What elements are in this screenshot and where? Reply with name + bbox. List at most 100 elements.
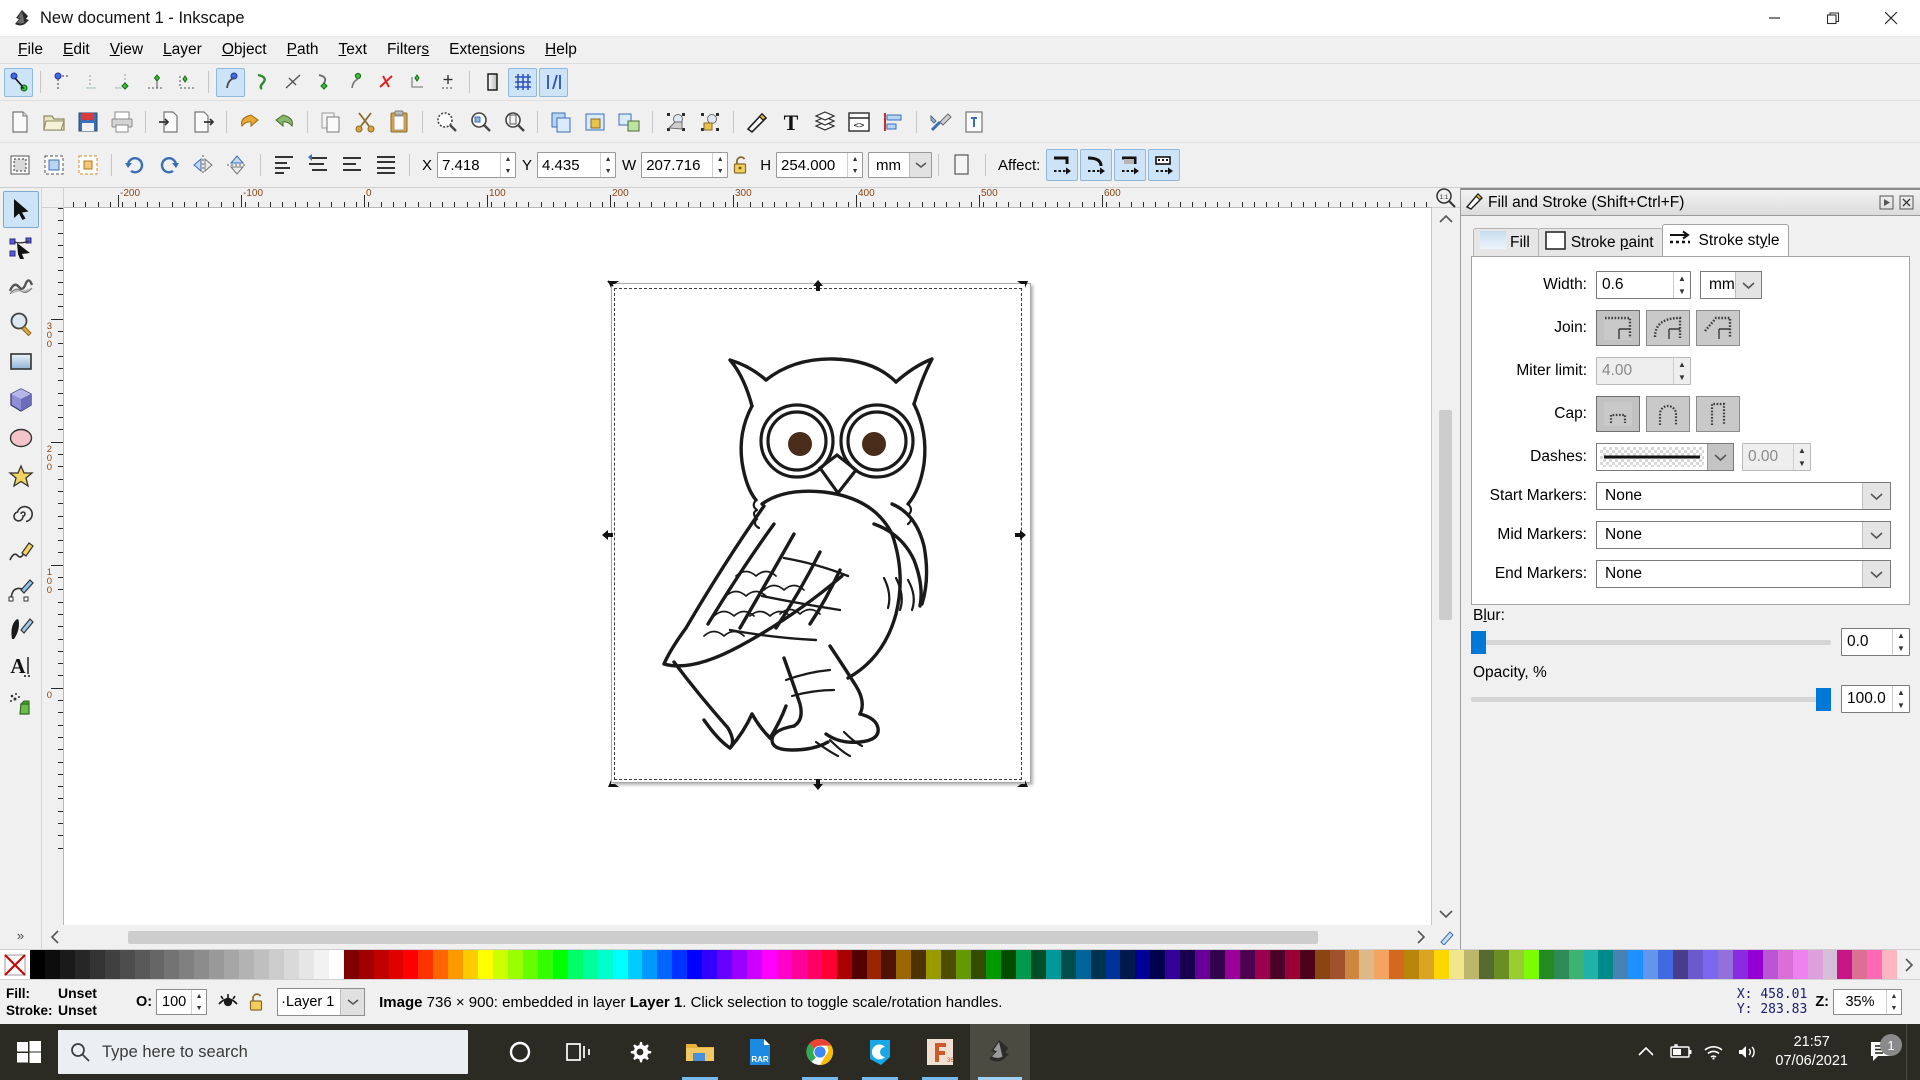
dash-offset-spinner[interactable]: ▲ ▼ — [1793, 444, 1810, 470]
import-button[interactable] — [153, 106, 185, 138]
palette-swatch[interactable] — [433, 950, 449, 979]
palette-swatch[interactable] — [403, 950, 419, 979]
cut-button[interactable] — [349, 106, 381, 138]
fill-stroke-values[interactable]: Unset Unset — [58, 985, 136, 1019]
palette-swatch[interactable] — [672, 950, 688, 979]
blur-slider-track[interactable] — [1471, 630, 1831, 654]
palette-swatch[interactable] — [179, 950, 195, 979]
palette-swatch[interactable] — [269, 950, 284, 979]
text-dialog-button[interactable]: T — [775, 106, 807, 138]
palette-swatch[interactable] — [1195, 950, 1211, 979]
clone-button[interactable] — [660, 106, 692, 138]
palette-swatch[interactable] — [761, 950, 777, 979]
menu-edit[interactable]: Edit — [53, 38, 100, 62]
select-all-button[interactable] — [4, 149, 36, 181]
opacity-field[interactable]: ▲▼ — [1841, 685, 1910, 713]
palette-swatch[interactable] — [89, 950, 105, 979]
cap-butt-button[interactable] — [1596, 396, 1640, 432]
scroll-up-icon[interactable] — [1432, 208, 1460, 230]
palette-swatch[interactable] — [642, 950, 658, 979]
palette-swatch[interactable] — [1045, 950, 1061, 979]
palette-swatch[interactable] — [328, 950, 344, 979]
zoom-selection-button[interactable] — [430, 106, 462, 138]
miter-limit-field[interactable]: ▲▼ — [1596, 357, 1691, 385]
h-field[interactable]: ▲▼ — [776, 152, 864, 178]
opacity-spinner[interactable]: ▲ ▼ — [1892, 686, 1909, 712]
palette-swatch[interactable] — [1822, 950, 1838, 979]
palette-swatch[interactable] — [1239, 950, 1255, 979]
fill-value[interactable]: Unset — [58, 985, 136, 1002]
opacity-status-input[interactable] — [157, 990, 192, 1014]
palette-swatch[interactable] — [1165, 950, 1181, 979]
palette-swatch[interactable] — [508, 950, 523, 979]
palette-swatch[interactable] — [1598, 950, 1614, 979]
vertical-scrollbar[interactable] — [1432, 208, 1460, 925]
snap-line-midpoints-toggle[interactable] — [371, 68, 400, 97]
opacity-status-spinner[interactable]: ▲ ▼ — [191, 990, 207, 1014]
snap-paths-toggle[interactable] — [247, 68, 276, 97]
inkscape-taskbar-button[interactable] — [970, 1024, 1030, 1080]
menu-layer[interactable]: Layer — [153, 38, 212, 62]
minimize-button[interactable] — [1746, 0, 1804, 37]
palette-swatch[interactable] — [164, 950, 180, 979]
tweak-tool[interactable] — [3, 267, 39, 304]
snap-enable-toggle[interactable] — [4, 67, 33, 97]
x-input[interactable] — [438, 153, 501, 177]
palette-swatch[interactable] — [567, 950, 583, 979]
palette-swatch[interactable] — [418, 950, 434, 979]
vertical-ruler[interactable]: 300 200 100 0 — [42, 208, 64, 925]
palette-swatch[interactable] — [1777, 950, 1793, 979]
selection-mode-button[interactable] — [946, 149, 978, 181]
lower-to-bottom-button[interactable] — [370, 149, 402, 181]
drawing-canvas[interactable] — [64, 208, 1432, 925]
palette-swatch[interactable] — [59, 950, 75, 979]
snap-grids-toggle[interactable] — [508, 67, 537, 97]
group-button[interactable] — [579, 106, 611, 138]
print-document-button[interactable] — [106, 106, 138, 138]
y-spinner[interactable]: ▲ ▼ — [600, 153, 616, 177]
align-dialog-button[interactable] — [877, 106, 909, 138]
star-tool[interactable] — [3, 457, 39, 494]
palette-swatch[interactable] — [1419, 950, 1435, 979]
spiral-tool[interactable] — [3, 495, 39, 532]
menu-text[interactable]: Text — [329, 38, 377, 62]
zoom-1-to-1-icon[interactable]: 1:1 — [1432, 187, 1460, 208]
palette-swatch[interactable] — [657, 950, 673, 979]
palette-swatch[interactable] — [1688, 950, 1703, 979]
opacity-input[interactable] — [1842, 686, 1892, 712]
winrar-taskbar-button[interactable]: RAR — [730, 1024, 790, 1080]
horizontal-scroll-track[interactable] — [68, 925, 1408, 949]
palette-swatch[interactable] — [522, 950, 538, 979]
opacity-status-field[interactable]: ▲▼ — [156, 989, 208, 1015]
join-miter-button[interactable] — [1596, 310, 1640, 346]
snap-nodes-paths-toggle[interactable] — [216, 67, 245, 97]
end-markers-select[interactable]: None — [1596, 560, 1891, 588]
join-round-button[interactable] — [1646, 310, 1690, 346]
mid-markers-select[interactable]: None — [1596, 521, 1891, 549]
palette-swatch[interactable] — [1628, 950, 1644, 979]
cortana-button[interactable] — [490, 1024, 550, 1080]
palette-swatch[interactable] — [552, 950, 568, 979]
palette-swatch[interactable] — [941, 950, 957, 979]
palette-swatch[interactable] — [1792, 950, 1808, 979]
palette-swatch[interactable] — [134, 950, 150, 979]
palette-swatch[interactable] — [1105, 950, 1121, 979]
horizontal-ruler[interactable]: -200 -100 0 100 200 300 400 500 600 — [64, 188, 1432, 208]
palette-swatch[interactable] — [956, 950, 972, 979]
palette-swatch[interactable] — [283, 950, 299, 979]
zoom-spinner[interactable]: ▲ ▼ — [1886, 990, 1901, 1014]
palette-swatch[interactable] — [1732, 950, 1748, 979]
snap-page-border-toggle[interactable] — [477, 68, 506, 97]
layer-select[interactable]: · Layer 1 — [277, 988, 366, 1016]
palette-swatch[interactable] — [776, 950, 792, 979]
palette-swatch[interactable] — [1434, 950, 1450, 979]
palette-swatch[interactable] — [1389, 950, 1405, 979]
ellipse-tool[interactable] — [3, 419, 39, 456]
taskbar-clock[interactable]: 21:57 07/06/2021 — [1765, 1033, 1858, 1071]
opacity-slider-thumb[interactable] — [1816, 687, 1831, 711]
tool-overflow-button[interactable]: » — [17, 928, 24, 949]
new-document-button[interactable] — [4, 106, 36, 138]
h-input[interactable] — [777, 153, 848, 177]
palette-swatch[interactable] — [836, 950, 852, 979]
start-markers-select[interactable]: None — [1596, 482, 1891, 510]
